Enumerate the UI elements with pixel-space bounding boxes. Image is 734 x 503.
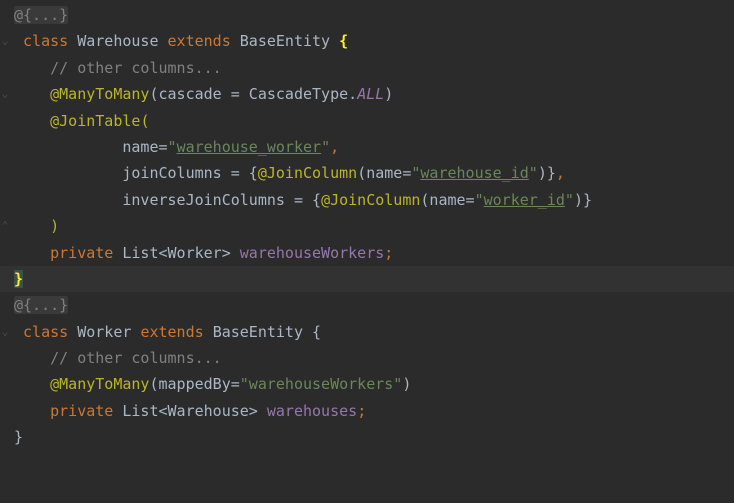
code-line-8[interactable]: inverseJoinColumns = {@JoinColumn(name="… <box>0 187 734 213</box>
fold-toggle-icon[interactable]: ⌄ <box>0 319 10 345</box>
paren-close: )} <box>537 164 556 183</box>
comment: // other columns... <box>50 349 222 368</box>
paren-close: ) <box>384 85 394 104</box>
paren-close: )} <box>573 190 592 209</box>
paren-open: ( <box>140 111 150 130</box>
semicolon: ; <box>384 243 394 262</box>
attribute-name: name= <box>122 137 168 156</box>
code-line-15[interactable]: @ManyToMany(mappedBy="warehouseWorkers") <box>0 371 734 397</box>
code-line-9[interactable]: ⌃ ) <box>0 213 734 239</box>
keyword-extends: extends <box>167 32 231 51</box>
field-name: warehouseWorkers <box>239 243 385 262</box>
annotation: @JoinColumn <box>257 164 358 183</box>
paren-close: ) <box>402 375 412 394</box>
string-literal: warehouse_id <box>420 164 529 183</box>
attribute-name: joinColumns = { <box>122 164 258 183</box>
code-line-6[interactable]: name="warehouse_worker", <box>0 134 734 160</box>
field-type: List<Worker> <box>122 243 231 262</box>
class-name: Warehouse <box>77 32 159 51</box>
field-name: warehouses <box>266 401 358 420</box>
string-literal: worker_id <box>483 190 565 209</box>
code-line-10[interactable]: private List<Worker> warehouseWorkers; <box>0 240 734 266</box>
code-line-14[interactable]: // other columns... <box>0 345 734 371</box>
annotation-args: (mappedBy= <box>149 375 240 394</box>
quote-open: " <box>474 190 484 209</box>
semicolon: ; <box>357 401 367 420</box>
annotation-args: (cascade = CascadeType. <box>149 85 358 104</box>
code-line-5[interactable]: @JoinTable( <box>0 108 734 134</box>
code-line-12[interactable]: @{...} <box>0 292 734 318</box>
annotation: @ManyToMany <box>50 375 150 394</box>
code-line-3[interactable]: // other columns... <box>0 55 734 81</box>
fold-toggle-icon[interactable]: ⌄ <box>0 81 10 107</box>
quote-open: " <box>167 137 177 156</box>
string-literal: "warehouseWorkers" <box>239 375 403 394</box>
folded-annotations[interactable]: @{...} <box>14 6 69 24</box>
code-line-11[interactable]: } <box>0 265 734 293</box>
comma: , <box>555 164 565 183</box>
base-class-name: BaseEntity <box>212 322 303 341</box>
string-literal: warehouse_worker <box>176 137 322 156</box>
opening-brace: { <box>339 32 349 51</box>
keyword-private: private <box>50 401 114 420</box>
code-line-17[interactable]: } <box>0 424 734 450</box>
quote-close: " <box>564 190 574 209</box>
base-class-name: BaseEntity <box>239 32 331 51</box>
annotation-args: (name= <box>357 164 412 183</box>
folded-annotations[interactable]: @{...} <box>14 296 69 315</box>
annotation-args: (name= <box>420 190 475 209</box>
comment: // other columns... <box>50 58 222 77</box>
code-line-7[interactable]: joinColumns = {@JoinColumn(name= "warehou… <box>0 160 734 186</box>
fold-toggle-icon[interactable]: ⌄ <box>0 28 10 54</box>
code-area[interactable]: @{...} ⌄ class Warehouse extends BaseEnt… <box>0 0 734 451</box>
quote-close: " <box>528 164 538 183</box>
field-type: List<Warehouse> <box>122 401 258 420</box>
quote-close: " <box>321 137 331 156</box>
comma: , <box>330 137 340 156</box>
enum-constant: ALL <box>357 85 385 104</box>
code-line-13[interactable]: ⌄ class Worker extends BaseEntity { <box>0 319 734 345</box>
keyword-private: private <box>50 243 114 262</box>
keyword-class: class <box>23 322 69 341</box>
paren-close: ) <box>50 217 60 236</box>
code-line-1[interactable]: @{...} <box>0 2 734 28</box>
closing-brace: } <box>14 269 24 288</box>
keyword-class: class <box>23 32 69 51</box>
code-line-2[interactable]: ⌄ class Warehouse extends BaseEntity { <box>0 28 734 54</box>
closing-brace: } <box>14 428 24 447</box>
code-line-4[interactable]: ⌄ @ManyToMany(cascade = CascadeType.ALL) <box>0 81 734 107</box>
code-editor[interactable]: @{...} ⌄ class Warehouse extends BaseEnt… <box>0 0 734 503</box>
keyword-extends: extends <box>140 322 204 341</box>
opening-brace: { <box>312 322 322 341</box>
annotation: @ManyToMany <box>50 85 150 104</box>
class-name: Worker <box>77 322 132 341</box>
annotation: @JoinColumn <box>321 190 421 209</box>
annotation: @JoinTable <box>50 111 141 130</box>
fold-toggle-icon[interactable]: ⌃ <box>0 213 10 239</box>
code-line-16[interactable]: private List<Warehouse> warehouses; <box>0 398 734 424</box>
attribute-name: inverseJoinColumns = { <box>122 190 322 209</box>
